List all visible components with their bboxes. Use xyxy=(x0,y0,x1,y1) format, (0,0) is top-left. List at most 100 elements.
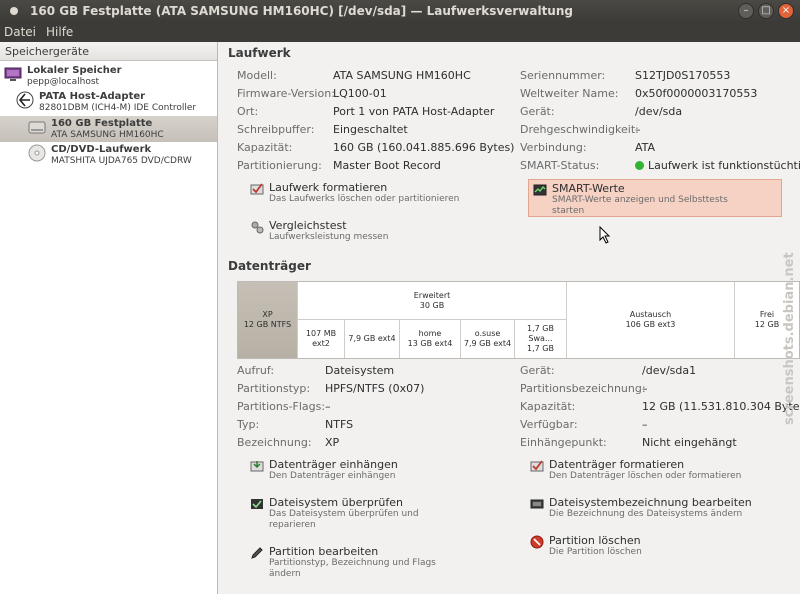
status-ok-icon xyxy=(635,161,644,170)
check-filesystem-button[interactable]: Dateisystem überprüfen Das Dateisystem ü… xyxy=(250,496,419,531)
volumes-section-title: Datenträger xyxy=(228,259,311,273)
drive-value: 160 GB (160.041.885.696 Bytes) xyxy=(333,141,515,154)
partition-logical-1[interactable]: 107 MB ext2 xyxy=(298,320,345,358)
drive-label: Weltweiter Name: xyxy=(520,87,619,100)
partition-home[interactable]: home 13 GB ext4 xyxy=(400,320,461,358)
drive-label: Kapazität: xyxy=(237,141,293,154)
volume-value: XP xyxy=(325,436,340,449)
window-menu-icon[interactable] xyxy=(10,7,18,15)
delete-partition-button[interactable]: Partition löschen Die Partition löschen xyxy=(530,534,642,558)
partition-austausch[interactable]: Austausch 106 GB ext3 xyxy=(567,282,735,358)
delete-icon xyxy=(530,535,544,549)
action-title: Datenträger formatieren xyxy=(549,458,685,471)
mount-icon xyxy=(250,461,264,472)
drive-value: LQ100-01 xyxy=(333,87,387,100)
sidebar-item-title: CD/DVD-Laufwerk xyxy=(51,144,152,155)
sidebar-item-local-storage[interactable]: Lokaler Speicher pepp@localhost xyxy=(4,65,217,88)
watermark: screenshots.debian.net xyxy=(782,252,797,425)
smart-values-button[interactable]: SMART-Werte SMART-Werte anzeigen und Sel… xyxy=(528,179,782,217)
volume-label: Kapazität: xyxy=(520,400,576,413)
minimize-button[interactable]: – xyxy=(738,3,754,19)
action-title: Vergleichstest xyxy=(269,219,347,232)
drive-value: 0x50f0000003170553 xyxy=(635,87,758,100)
drive-value: Port 1 von PATA Host-Adapter xyxy=(333,105,495,118)
drive-label: Schreibpuffer: xyxy=(237,123,315,136)
action-desc: Den Datenträger löschen oder formatieren xyxy=(549,471,742,481)
sidebar-item-harddisk[interactable]: 160 GB Festplatte ATA SAMSUNG HM160HC xyxy=(0,116,217,142)
menu-datei[interactable]: Datei xyxy=(4,25,36,39)
sidebar-item-subtitle: MATSHITA UJDA765 DVD/CDRW xyxy=(51,156,192,166)
format-volume-button[interactable]: Datenträger formatieren Den Datenträger … xyxy=(530,458,741,482)
drive-label: Seriennummer: xyxy=(520,69,606,82)
maximize-button[interactable]: □ xyxy=(758,3,774,19)
label-edit-icon xyxy=(530,499,544,509)
volume-label: Aufruf: xyxy=(237,364,275,377)
drive-value: /dev/sda xyxy=(635,105,683,118)
partition-xp[interactable]: XP 12 GB NTFS xyxy=(238,282,298,358)
action-desc: Das Dateisystem überprüfen und xyxy=(269,509,419,519)
action-desc: Die Partition löschen xyxy=(549,547,642,557)
main-panel: Laufwerk Modell: ATA SAMSUNG HM160HC Fir… xyxy=(219,42,800,594)
menu-bar: Datei Hilfe xyxy=(0,22,800,42)
drive-label: Ort: xyxy=(237,105,259,118)
volume-label: Bezeichnung: xyxy=(237,436,312,449)
sidebar-item-cdrom[interactable]: CD/DVD-Laufwerk MATSHITA UJDA765 DVD/CDR… xyxy=(28,144,217,167)
action-title: Dateisystembezeichnung bearbeiten xyxy=(549,496,752,509)
drive-value: Eingeschaltet xyxy=(333,123,408,136)
action-desc: Laufwerksleistung messen xyxy=(269,232,389,242)
partition-swap-logical[interactable]: 1,7 GB Swa... 1,7 GB xyxy=(515,320,567,358)
volume-label: Partitionstyp: xyxy=(237,382,311,395)
sidebar-item-title: 160 GB Festplatte xyxy=(51,118,153,129)
drive-value: ATA SAMSUNG HM160HC xyxy=(333,69,471,82)
smart-status-text: Laufwerk ist funktionstüchtig xyxy=(648,159,800,172)
partition-name: Erweitert xyxy=(413,290,451,300)
format-drive-button[interactable]: Laufwerk formatieren Das Laufwerks lösch… xyxy=(250,181,459,205)
volume-value: Dateisystem xyxy=(325,364,395,377)
window-title: 160 GB Festplatte (ATA SAMSUNG HM160HC) … xyxy=(30,4,573,18)
edit-partition-button[interactable]: Partition bearbeiten Partitionstyp, Beze… xyxy=(250,545,436,580)
partition-size: 7,9 GB ext4 xyxy=(463,339,512,348)
partition-name: Austausch xyxy=(629,310,672,319)
action-desc: SMART-Werte anzeigen und Selbsttests xyxy=(552,195,728,205)
volume-value: NTFS xyxy=(325,418,354,431)
drive-label: Verbindung: xyxy=(520,141,587,154)
partition-size: 30 GB xyxy=(419,300,445,310)
partition-osuse[interactable]: o.suse 7,9 GB ext4 xyxy=(461,320,515,358)
close-button[interactable]: × xyxy=(778,3,794,19)
volume-value: – xyxy=(642,382,648,395)
mount-volume-button[interactable]: Datenträger einhängen Den Datenträger ei… xyxy=(250,458,398,482)
volume-label: Verfügbar: xyxy=(520,418,578,431)
menu-hilfe[interactable]: Hilfe xyxy=(46,25,73,39)
drive-label: SMART-Status: xyxy=(520,159,600,172)
volume-value: 12 GB (11.531.810.304 Bytes) xyxy=(642,400,800,413)
sidebar-header: Speichergeräte xyxy=(0,42,217,61)
drive-section-title: Laufwerk xyxy=(228,46,291,60)
watermark-text: screenshots.debian.net xyxy=(782,252,797,425)
sidebar-item-pata-adapter[interactable]: PATA Host-Adapter 82801DBM (ICH4-M) IDE … xyxy=(16,91,217,114)
volume-value: HPFS/NTFS (0x07) xyxy=(325,382,425,395)
format-icon xyxy=(250,183,264,195)
action-desc: Die Bezeichnung des Dateisystems ändern xyxy=(549,509,743,519)
check-icon xyxy=(251,499,263,509)
action-desc: Partitionstyp, Bezeichnung und Flags xyxy=(269,558,436,568)
drive-label: Gerät: xyxy=(520,105,555,118)
drive-value: – xyxy=(635,123,641,136)
edit-filesystem-label-button[interactable]: Dateisystembezeichnung bearbeiten Die Be… xyxy=(530,496,752,520)
volume-value: Nicht eingehängt xyxy=(642,436,737,449)
action-title: Partition löschen xyxy=(549,534,641,547)
drive-value: S12TJD0S170553 xyxy=(635,69,731,82)
sidebar-item-subtitle: 82801DBM (ICH4-M) IDE Controller xyxy=(39,103,197,113)
smart-icon xyxy=(533,184,547,196)
volume-value: /dev/sda1 xyxy=(642,364,697,377)
drive-value: Master Boot Record xyxy=(333,159,441,172)
drive-label: Partitionierung: xyxy=(237,159,322,172)
action-desc: Den Datenträger einhängen xyxy=(269,471,396,481)
computer-icon xyxy=(4,67,22,81)
benchmark-button[interactable]: Vergleichstest Laufwerksleistung messen xyxy=(250,219,388,243)
volume-value: – xyxy=(642,418,648,431)
partition-extended[interactable]: Erweitert 30 GB xyxy=(298,282,567,320)
volume-label: Partitions-Flags: xyxy=(237,400,326,413)
partition-logical-2[interactable]: 7,9 GB ext4 xyxy=(345,320,400,358)
partition-size: 106 GB ext3 xyxy=(625,320,676,329)
partition-size: 1,7 GB xyxy=(527,344,554,353)
